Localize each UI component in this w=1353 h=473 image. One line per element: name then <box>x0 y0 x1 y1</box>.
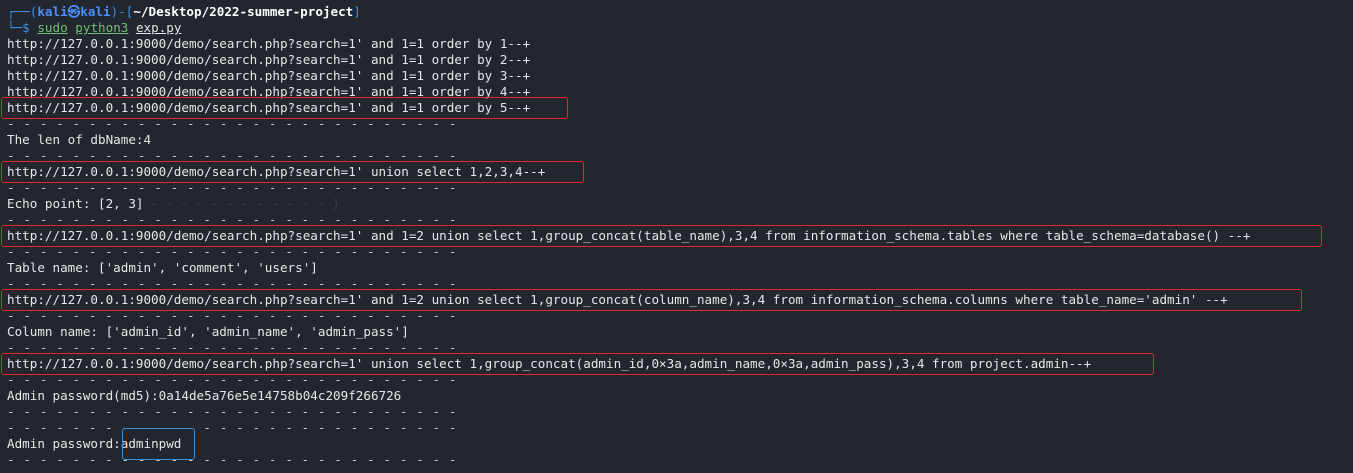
output-columns-query: http://127.0.0.1:9000/demo/search.php?se… <box>7 292 1228 307</box>
output-order-5: http://127.0.0.1:9000/demo/search.php?se… <box>7 100 531 115</box>
output-order-2: http://127.0.0.1:9000/demo/search.php?se… <box>7 52 531 67</box>
output-union: http://127.0.0.1:9000/demo/search.php?se… <box>7 164 546 179</box>
separator: - - - - - - - - - - - - - - - - - - - - … <box>7 340 458 355</box>
separator: - - - - - - - - - - - - - - - - - - - - … <box>7 180 458 195</box>
admin-password-label: Admin password: <box>7 436 121 451</box>
separator: - - - - - - - - - - - - - - - - - - - - … <box>7 148 458 163</box>
ghost-text: - - - - - - - - - - - - ) <box>150 196 340 211</box>
separator: - - - - - - - - - - - - - - - - - - - - … <box>7 404 458 419</box>
prompt-user: kali㉿kali <box>37 4 111 19</box>
command-sudo: sudo <box>37 20 68 35</box>
output-admin-md5: Admin password(md5):0a14de5a76e5e14758b0… <box>7 388 402 403</box>
separator: - - - - - - - - - - - - - - - - - - - - … <box>7 308 458 323</box>
output-admin-password: Admin password:adminpwd <box>7 436 181 452</box>
prompt-close: ] <box>353 4 361 19</box>
separator: - - - - - - - - - - - - - - - - - - - - … <box>7 244 458 259</box>
separator: - - - - - - - - - - - - - - - - - - - - … <box>7 116 458 131</box>
command-python: python3 <box>75 20 129 35</box>
command-line: └─$ sudo python3 exp.py <box>7 20 181 36</box>
output-dbname-len: The len of dbName:4 <box>7 132 152 147</box>
prompt-path: ~/Desktop/2022-summer-project <box>133 4 354 19</box>
output-order-4: http://127.0.0.1:9000/demo/search.php?se… <box>7 84 531 99</box>
output-column-name: Column name: ['admin_id', 'admin_name', … <box>7 324 409 339</box>
prompt-line: ┌──(kali㉿kali)-[~/Desktop/2022-summer-pr… <box>7 4 361 20</box>
output-echo-point: Echo point: [2, 3] <box>7 196 144 211</box>
command-arg: exp.py <box>135 20 182 35</box>
admin-password-value: adminpwd <box>120 436 182 451</box>
separator: - - - - - - - - - - - - - - - - - - - - … <box>7 212 458 227</box>
prompt-mid: )-[ <box>110 4 134 19</box>
separator: - - - - - - - - - - - - - - - - - - - - … <box>7 372 458 387</box>
separator: - - - - - - - - - - - - - - - - - - - - … <box>7 452 458 467</box>
separator: - - - - - - - - - - - - - - - - - - - - … <box>7 276 458 291</box>
prompt-open: ┌──( <box>7 4 38 19</box>
output-table-name: Table name: ['admin', 'comment', 'users'… <box>7 260 318 275</box>
output-order-1: http://127.0.0.1:9000/demo/search.php?se… <box>7 36 531 51</box>
prompt-arrow: └─$ <box>7 20 38 35</box>
separator: - - - - - - - - - - - - - - - - - - - - … <box>7 420 458 435</box>
output-tables-query: http://127.0.0.1:9000/demo/search.php?se… <box>7 228 1251 243</box>
terminal-window[interactable]: ┌──(kali㉿kali)-[~/Desktop/2022-summer-pr… <box>0 0 1353 473</box>
output-order-3: http://127.0.0.1:9000/demo/search.php?se… <box>7 68 531 83</box>
output-dump-query: http://127.0.0.1:9000/demo/search.php?se… <box>7 356 1092 371</box>
